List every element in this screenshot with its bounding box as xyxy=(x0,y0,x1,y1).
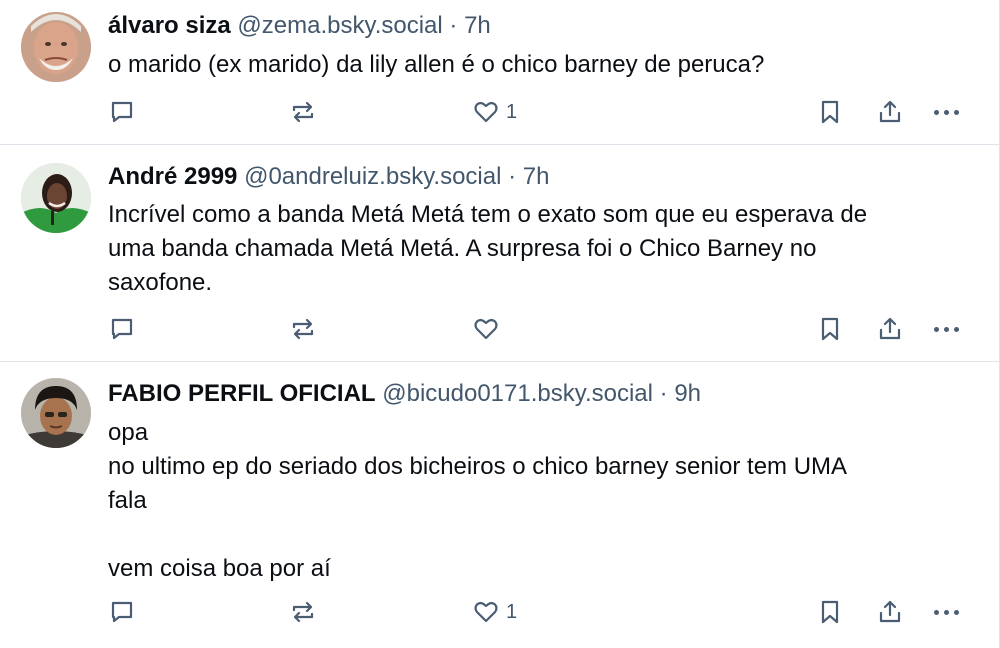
repost-icon xyxy=(292,318,314,340)
bookmark-icon xyxy=(821,600,839,624)
repost-button[interactable] xyxy=(289,92,317,132)
post-text-line: vem coisa boa por aí xyxy=(108,555,331,582)
avatar-image xyxy=(21,378,91,448)
like-count: 1 xyxy=(506,100,518,123)
repost-button[interactable] xyxy=(289,592,317,632)
author-name[interactable]: FABIO PERFIL OFICIAL xyxy=(108,380,376,407)
bookmark-button[interactable] xyxy=(816,592,844,632)
reply-icon xyxy=(111,101,133,123)
avatar[interactable] xyxy=(21,12,91,82)
post-text: o marido (ex marido) da lily allen é o c… xyxy=(108,48,968,82)
bookmark-icon xyxy=(821,100,839,124)
post-text-line: fala xyxy=(108,487,147,514)
post-text-line xyxy=(108,518,968,552)
post-text-line: o marido (ex marido) da lily allen é o c… xyxy=(108,51,765,78)
more-icon xyxy=(934,109,959,115)
separator: · xyxy=(508,163,517,190)
separator: · xyxy=(449,12,458,39)
more-button[interactable] xyxy=(934,592,959,632)
like-count: 1 xyxy=(506,600,518,623)
reply-button[interactable] xyxy=(108,592,136,632)
reply-icon xyxy=(111,318,133,340)
author-name[interactable]: álvaro siza xyxy=(108,12,231,39)
post-actions: 1 xyxy=(96,592,979,632)
post-actions xyxy=(96,309,979,349)
post-text-line: saxofone. xyxy=(108,269,213,296)
repost-button[interactable] xyxy=(289,309,317,349)
heart-icon xyxy=(474,318,498,340)
share-button[interactable] xyxy=(876,92,904,132)
bookmark-icon xyxy=(821,317,839,341)
avatar[interactable] xyxy=(21,163,91,233)
post-text-line: Incrível como a banda Metá Metá tem o ex… xyxy=(108,201,868,228)
share-icon xyxy=(879,317,901,340)
reply-button[interactable] xyxy=(108,92,136,132)
bookmark-button[interactable] xyxy=(816,309,844,349)
like-button[interactable]: 1 xyxy=(472,592,517,632)
share-icon xyxy=(879,600,901,623)
more-button[interactable] xyxy=(934,92,959,132)
author-handle[interactable]: @zema.bsky.social xyxy=(237,12,442,39)
post-text: opa no ultimo ep do seriado dos bicheiro… xyxy=(108,416,968,586)
post-actions: 1 xyxy=(96,92,979,132)
author-handle[interactable]: @0andreluiz.bsky.social xyxy=(244,163,501,190)
share-button[interactable] xyxy=(876,592,904,632)
reply-button[interactable] xyxy=(108,309,136,349)
post-header: álvaro siza @zema.bsky.social · 7h xyxy=(108,10,969,42)
post[interactable]: FABIO PERFIL OFICIAL @bicudo0171.bsky.so… xyxy=(0,362,1000,648)
post-time[interactable]: 7h xyxy=(523,163,550,190)
author-name[interactable]: André 2999 xyxy=(108,163,237,190)
more-icon xyxy=(934,609,959,615)
post[interactable]: André 2999 @0andreluiz.bsky.social · 7h … xyxy=(0,145,1000,362)
avatar-image xyxy=(21,163,91,233)
post-time[interactable]: 9h xyxy=(674,380,701,407)
repost-icon xyxy=(292,101,314,123)
like-button[interactable] xyxy=(472,309,506,349)
post-text-line: no ultimo ep do seriado dos bicheiros o … xyxy=(108,453,848,480)
author-handle[interactable]: @bicudo0171.bsky.social xyxy=(382,380,653,407)
post-feed: álvaro siza @zema.bsky.social · 7h o mar… xyxy=(0,0,1000,648)
post-text-line: opa xyxy=(108,419,149,446)
avatar[interactable] xyxy=(21,378,91,448)
reply-icon xyxy=(111,601,133,623)
share-button[interactable] xyxy=(876,309,904,349)
post-header: André 2999 @0andreluiz.bsky.social · 7h xyxy=(108,161,969,193)
heart-icon xyxy=(474,101,498,123)
separator: · xyxy=(659,380,668,407)
repost-icon xyxy=(292,601,314,623)
post-header: FABIO PERFIL OFICIAL @bicudo0171.bsky.so… xyxy=(108,378,969,410)
more-button[interactable] xyxy=(934,309,959,349)
post-text: Incrível como a banda Metá Metá tem o ex… xyxy=(108,198,968,300)
avatar-image xyxy=(21,12,91,82)
post-time[interactable]: 7h xyxy=(464,12,491,39)
like-button[interactable]: 1 xyxy=(472,92,517,132)
post[interactable]: álvaro siza @zema.bsky.social · 7h o mar… xyxy=(0,0,1000,145)
post-text-line: uma banda chamada Metá Metá. A surpresa … xyxy=(108,235,817,262)
more-icon xyxy=(934,326,959,332)
bookmark-button[interactable] xyxy=(816,92,844,132)
share-icon xyxy=(879,100,901,123)
heart-icon xyxy=(474,601,498,623)
